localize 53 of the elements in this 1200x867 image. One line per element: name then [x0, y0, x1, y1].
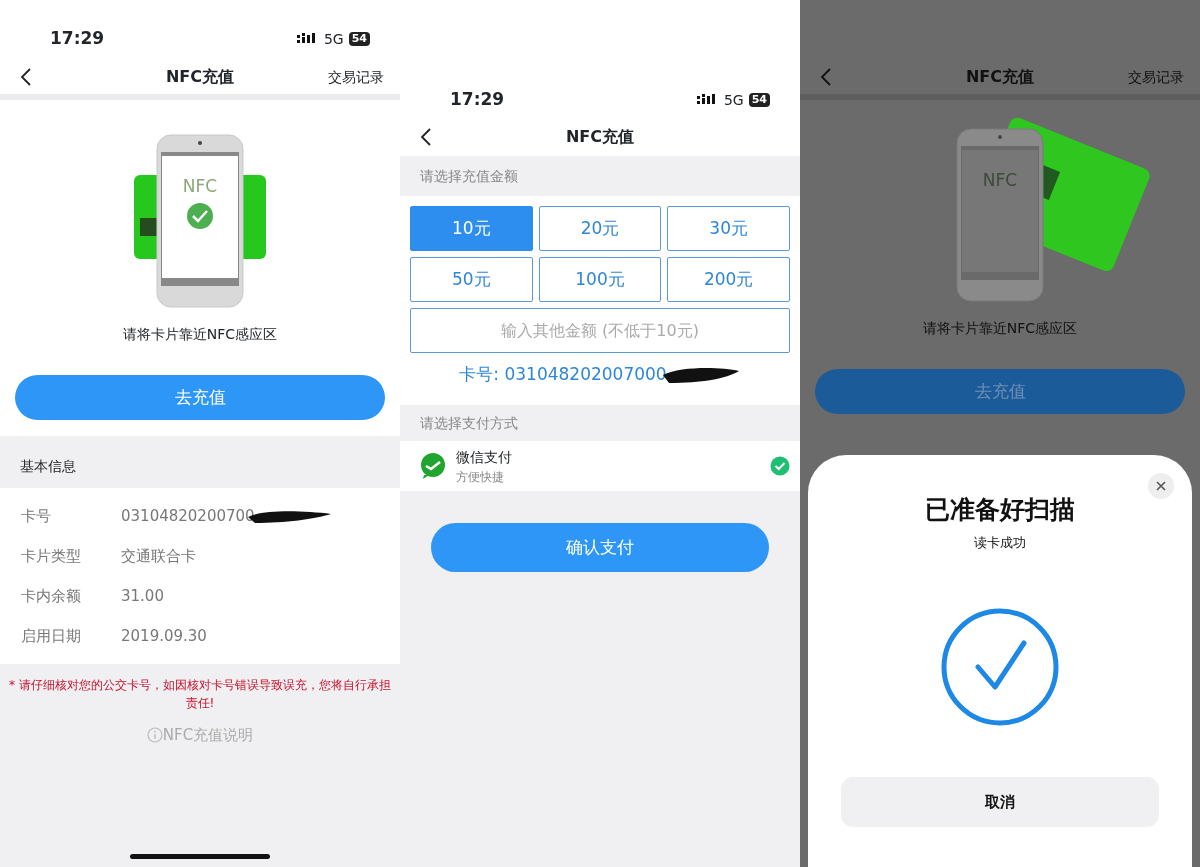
recharge-button[interactable]: 去充值 [815, 369, 1185, 414]
radio-check-icon[interactable] [770, 456, 790, 476]
help-link[interactable]: NFC充值说明 [162, 724, 254, 747]
field-value: 31.00 [121, 585, 164, 607]
amount-option[interactable]: 10元 [410, 206, 533, 251]
field-label: 卡片类型 [21, 545, 82, 567]
back-icon[interactable] [20, 67, 32, 87]
close-icon [1156, 481, 1166, 491]
payment-subtitle: 方便快捷 [456, 468, 505, 486]
recharge-button[interactable]: 去充值 [15, 375, 385, 420]
records-link[interactable]: 交易记录 [1128, 66, 1184, 88]
amount-option[interactable]: 100元 [538, 257, 662, 302]
instruction-text: 请将卡片靠近NFC感应区 [121, 325, 279, 344]
info-icon [146, 727, 163, 744]
sheet-title: 已准备好扫描 [924, 494, 1076, 526]
cancel-button[interactable]: 取消 [841, 777, 1159, 827]
records-link[interactable]: 交易记录 [328, 66, 384, 88]
amount-option[interactable]: 20元 [538, 206, 662, 251]
screen-label: NFC [182, 176, 218, 196]
field-value: 03104820200700 [121, 505, 255, 527]
close-button[interactable] [1148, 473, 1174, 499]
field-label: 启用日期 [21, 625, 82, 647]
field-label: 卡号 [21, 505, 52, 527]
section-title: 请选择支付方式 [420, 413, 518, 433]
page-title: NFC充值 [565, 127, 635, 146]
success-check-icon [940, 607, 1060, 727]
section-title: 基本信息 [20, 456, 76, 476]
battery-indicator: 54 [348, 32, 370, 46]
field-label: 卡内余额 [21, 585, 82, 607]
amount-option[interactable]: 50元 [410, 257, 533, 302]
sheet-subtitle: 读卡成功 [973, 533, 1027, 552]
back-icon[interactable] [420, 127, 432, 147]
amount-option[interactable]: 30元 [667, 206, 790, 251]
status-time: 17:29 [450, 88, 505, 112]
wechat-icon [420, 453, 446, 479]
status-time: 17:29 [50, 27, 105, 51]
battery-indicator: 54 [748, 93, 770, 107]
screen-label: NFC [982, 170, 1018, 190]
page-title: NFC充值 [165, 67, 235, 86]
field-value: 2019.09.30 [121, 625, 207, 647]
page-title: NFC充值 [965, 67, 1035, 86]
amount-input[interactable]: 输入其他金额 (不低于10元) [410, 308, 790, 353]
payment-option[interactable]: 微信支付 方便快捷 [400, 441, 800, 491]
card-number: 卡号: 031048202007000 [459, 363, 667, 387]
field-value: 交通联合卡 [121, 545, 196, 567]
network-label: 5G [323, 29, 344, 49]
amount-option[interactable]: 200元 [667, 257, 790, 302]
section-title: 请选择充值金额 [420, 166, 518, 186]
network-label: 5G [723, 90, 744, 110]
payment-name: 微信支付 [456, 447, 513, 467]
warning-text: * 请仔细核对您的公交卡号，如因核对卡号错误导致误充，您将自行承担责任! [8, 677, 392, 712]
confirm-pay-button[interactable]: 确认支付 [431, 523, 769, 572]
instruction-text: 请将卡片靠近NFC感应区 [921, 319, 1079, 338]
